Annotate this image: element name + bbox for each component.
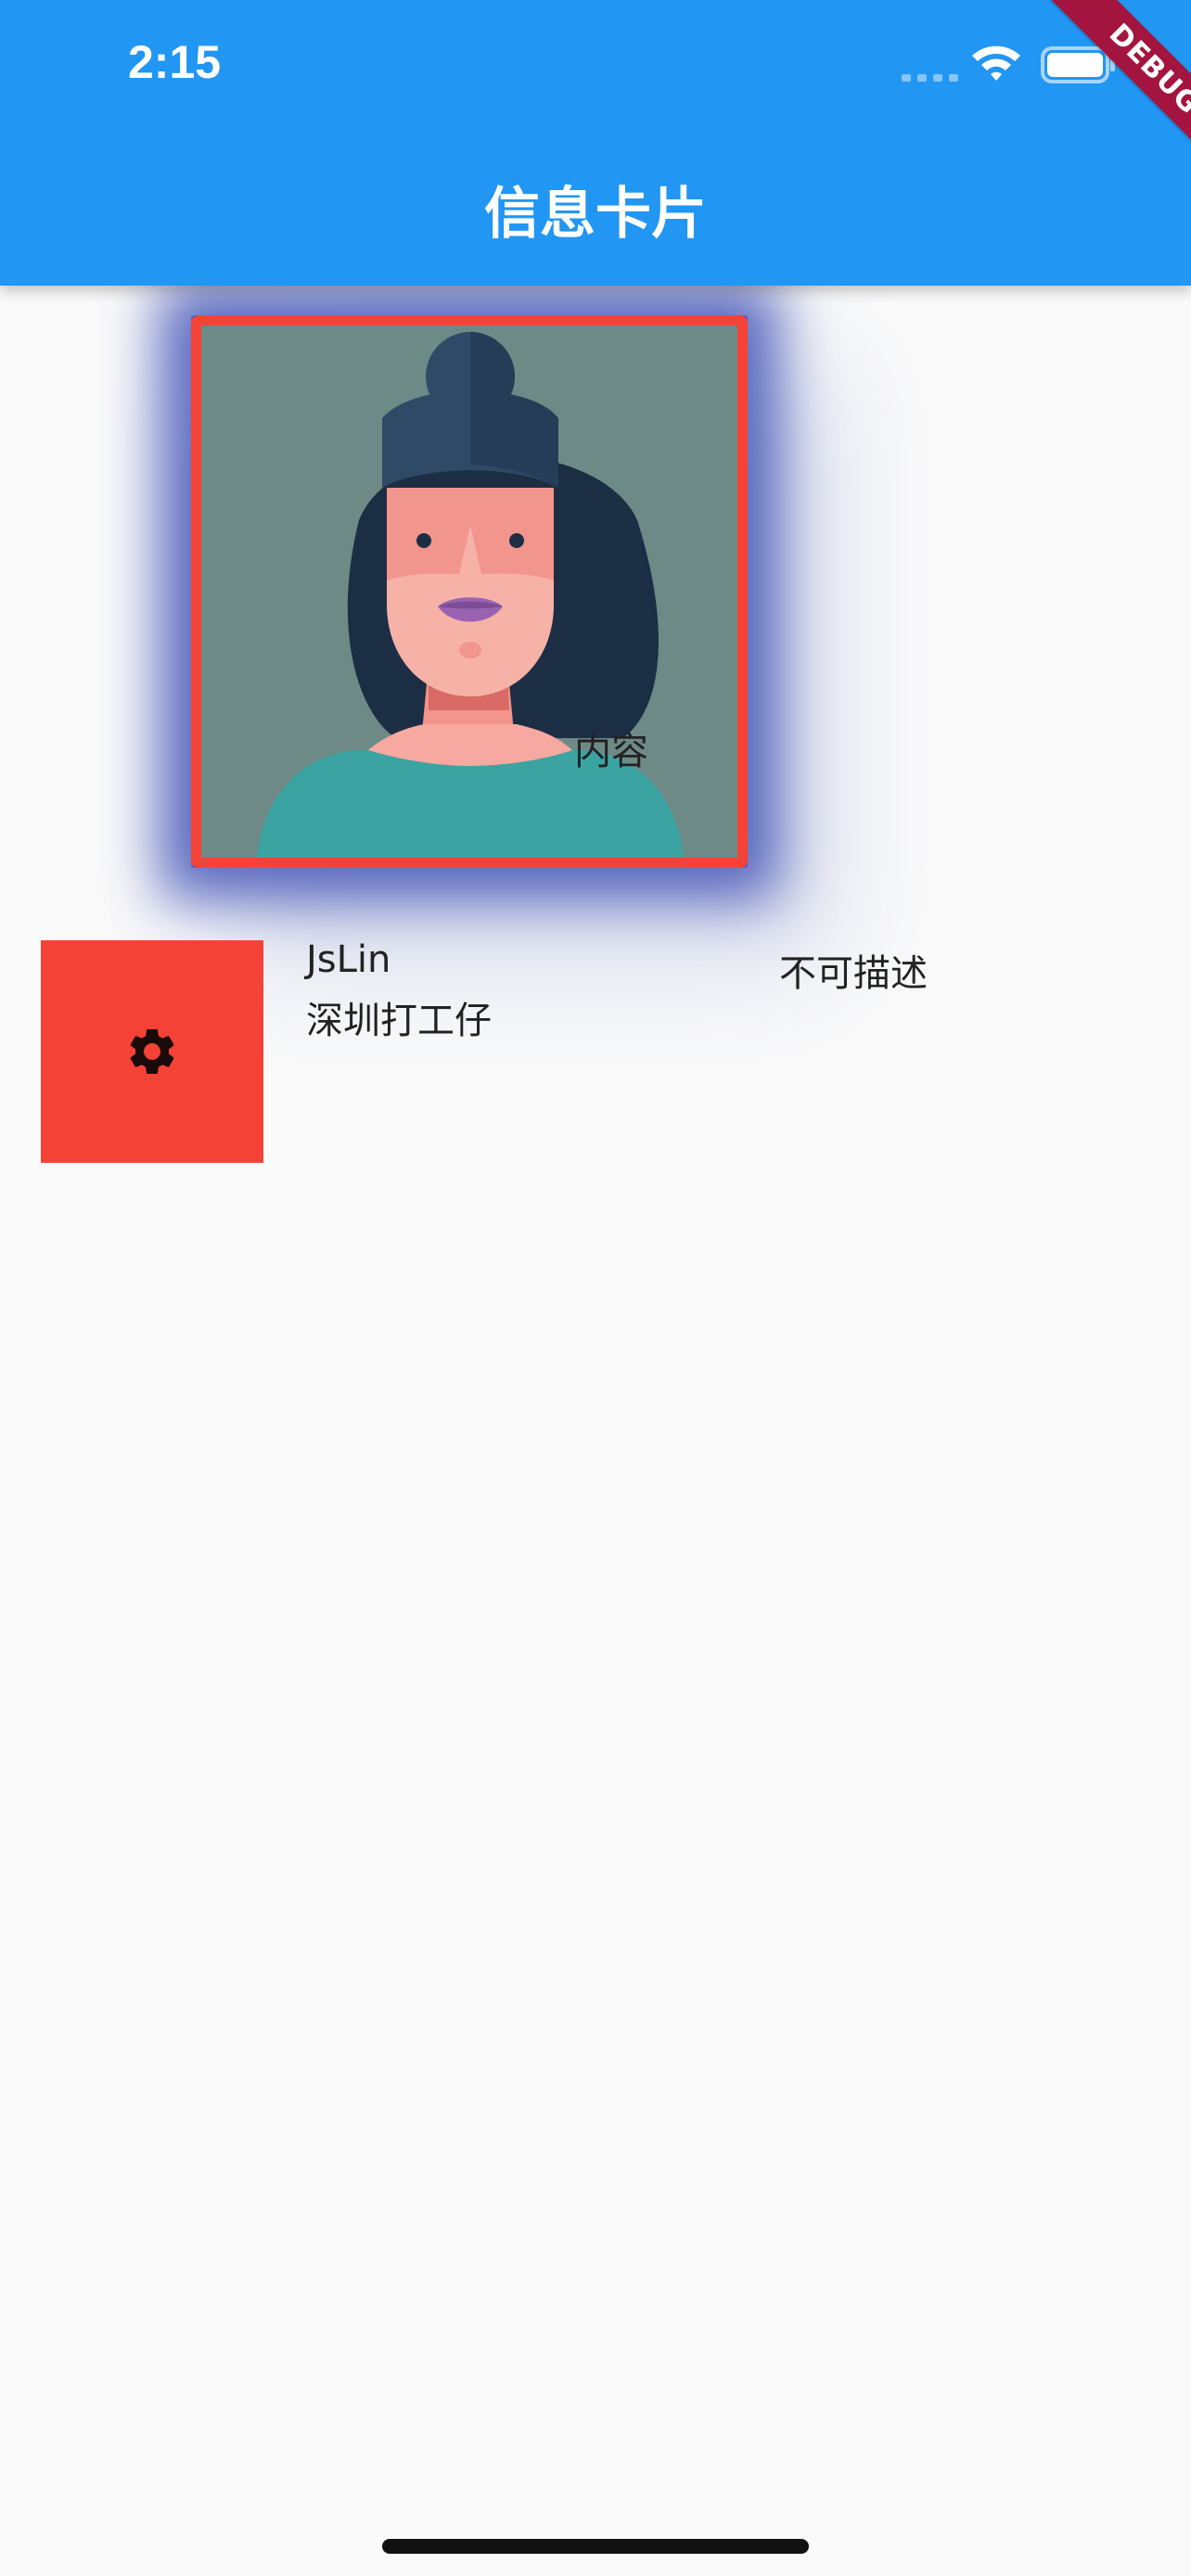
side-text: 不可描述 [779,952,928,995]
battery-icon [1041,46,1115,83]
overlay-text: 内容 [574,731,648,773]
status-time: 2:15 [128,36,222,88]
user-name: JsLin [306,938,391,981]
app-bar: 2:15 信息卡片 [0,0,1191,286]
avatar-image [191,315,748,868]
home-indicator[interactable] [382,2539,809,2554]
settings-icon [130,1029,174,1074]
user-subtitle: 深圳打工仔 [306,1000,492,1042]
page-title: 信息卡片 [484,182,707,247]
settings-button[interactable] [41,940,263,1163]
signal-icon [902,74,958,82]
woman-avatar-illustration [201,325,737,858]
wifi-icon [972,45,1020,81]
